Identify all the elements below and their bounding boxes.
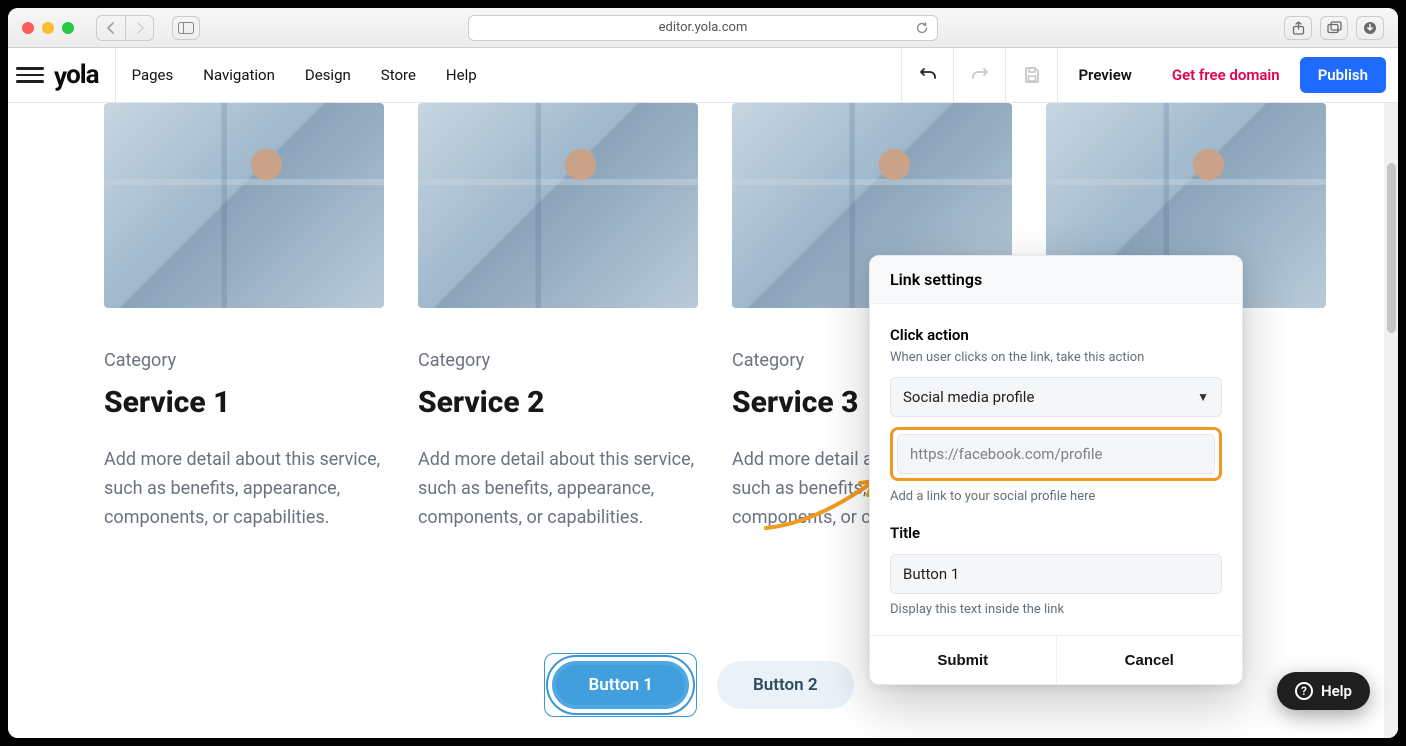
app-logo[interactable]: yola [54,60,99,90]
menu-icon[interactable] [16,61,44,89]
service-title[interactable]: Service 1 [104,385,384,420]
preview-button[interactable]: Preview [1057,48,1151,103]
social-url-placeholder: https://facebook.com/profile [910,445,1102,463]
service-image[interactable] [418,103,698,308]
nav-arrows [96,15,154,41]
browser-window: editor.yola.com yola Pages Navigation De… [8,8,1398,738]
share-icon[interactable] [1284,16,1312,40]
menu-pages[interactable]: Pages [132,66,174,84]
click-action-hint: When user clicks on the link, take this … [890,350,1222,365]
publish-button[interactable]: Publish [1300,57,1386,93]
title-hint: Display this text inside the link [890,602,1222,617]
title-field-label: Title [890,524,1222,542]
redo-icon[interactable] [953,48,1005,103]
title-input-value: Button 1 [903,565,959,583]
browser-chrome: editor.yola.com [8,8,1398,48]
reload-icon[interactable] [915,21,929,35]
undo-icon[interactable] [901,48,953,103]
service-desc[interactable]: Add more detail about this service, such… [418,446,698,532]
divider [115,48,116,103]
tabs-icon[interactable] [1320,16,1348,40]
popup-body: Click action When user clicks on the lin… [870,304,1242,635]
service-desc[interactable]: Add more detail about this service, such… [104,446,384,532]
menu-store[interactable]: Store [381,66,416,84]
popup-title: Link settings [870,256,1242,304]
help-icon: ? [1295,682,1313,700]
secondary-button[interactable]: Button 2 [717,661,854,709]
service-card[interactable]: Category Service 1 Add more detail about… [104,103,384,532]
submit-button[interactable]: Submit [870,636,1056,684]
title-input[interactable]: Button 1 [890,554,1222,594]
toolbar-right: Preview Get free domain Publish [901,48,1386,102]
close-window-icon[interactable] [22,22,34,34]
save-icon[interactable] [1005,48,1057,103]
service-category[interactable]: Category [418,350,698,371]
editor-canvas[interactable]: Category Service 1 Add more detail about… [8,103,1398,738]
service-category[interactable]: Category [104,350,384,371]
help-button[interactable]: ? Help [1277,672,1370,710]
help-label: Help [1321,682,1352,700]
service-title[interactable]: Service 2 [418,385,698,420]
click-action-value: Social media profile [903,388,1034,406]
menu-help[interactable]: Help [446,66,477,84]
get-domain-link[interactable]: Get free domain [1152,66,1300,84]
chevron-down-icon: ▼ [1197,390,1209,404]
downloads-icon[interactable] [1356,16,1384,40]
app-toolbar: yola Pages Navigation Design Store Help … [8,48,1398,103]
service-card[interactable]: Category Service 2 Add more detail about… [418,103,698,532]
sidebar-toggle-icon[interactable] [172,16,200,40]
address-url: editor.yola.com [659,20,748,35]
click-action-select[interactable]: Social media profile ▼ [890,377,1222,417]
forward-button[interactable] [125,16,153,40]
primary-button-selected[interactable]: Button 1 [552,661,689,709]
scrollbar-thumb[interactable] [1387,163,1396,333]
menu-design[interactable]: Design [305,66,351,84]
minimize-window-icon[interactable] [42,22,54,34]
click-action-label: Click action [890,326,1222,344]
window-traffic-lights [22,22,74,34]
cancel-button[interactable]: Cancel [1056,636,1243,684]
url-field-highlight: https://facebook.com/profile [890,427,1222,481]
popup-footer: Submit Cancel [870,635,1242,684]
back-button[interactable] [97,16,125,40]
url-hint: Add a link to your social profile here [890,489,1222,504]
service-image[interactable] [104,103,384,308]
zoom-window-icon[interactable] [62,22,74,34]
address-bar[interactable]: editor.yola.com [468,15,938,41]
browser-right-controls [1284,16,1384,40]
main-menu: Pages Navigation Design Store Help [132,66,477,84]
social-url-input[interactable]: https://facebook.com/profile [897,434,1215,474]
menu-navigation[interactable]: Navigation [203,66,275,84]
link-settings-popup: Link settings Click action When user cli… [869,255,1243,685]
